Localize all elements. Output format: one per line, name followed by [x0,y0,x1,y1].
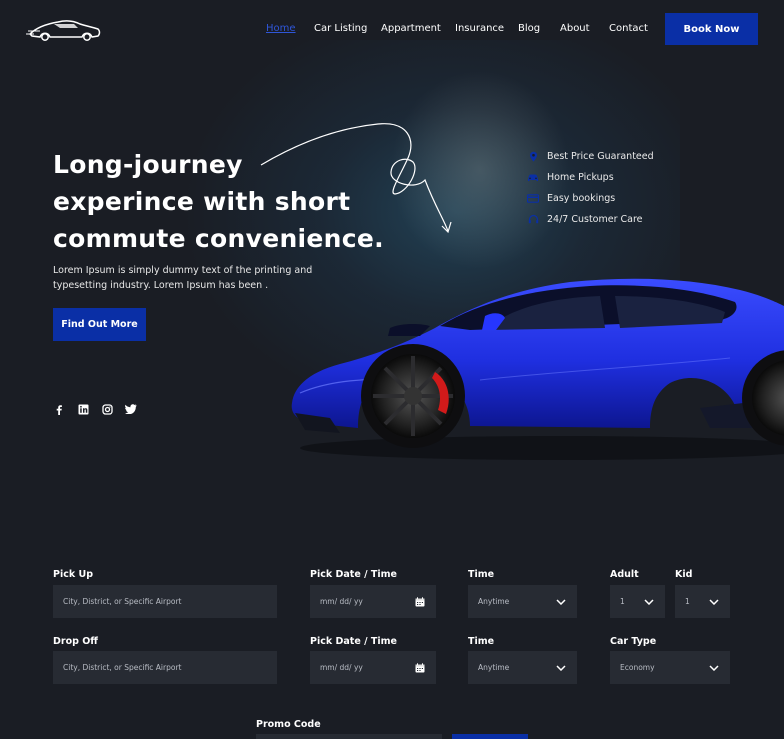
dropoff-label: Drop Off [53,636,98,647]
dropoff-date-input[interactable]: mm/ dd/ yy [310,651,436,684]
pickup-time-select[interactable]: Anytime [468,585,577,618]
dropoff-time-label: Time [468,636,495,647]
adult-label: Adult [610,569,639,580]
adult-value: 1 [620,597,625,606]
calendar-icon[interactable] [414,596,426,608]
headset-icon [527,214,539,226]
instagram-icon[interactable] [101,403,113,415]
nav-item-insurance[interactable]: Insurance [455,23,504,34]
facebook-icon[interactable] [53,403,65,415]
nav-item-about[interactable]: About [560,23,590,34]
twitter-icon[interactable] [125,403,137,415]
adult-select[interactable]: 1 [610,585,665,618]
pickup-location-input[interactable]: City, District, or Specific Airport [53,585,277,618]
chevron-down-icon [643,596,655,608]
feature-label: Best Price Guaranteed [547,151,654,162]
linkedin-icon[interactable] [77,403,89,415]
hero-title-line-1: Long-journey [53,150,243,179]
kid-value: 1 [685,597,690,606]
feature-item: 24/7 Customer Care [527,209,654,230]
promo-code-input[interactable] [256,734,442,739]
features-list: Best Price Guaranteed Home Pickups Easy … [527,146,654,230]
pickup-date-placeholder: mm/ dd/ yy [320,597,363,606]
car-icon [527,172,539,184]
pickup-date-input[interactable]: mm/ dd/ yy [310,585,436,618]
social-links [53,403,137,415]
search-button[interactable] [452,734,528,739]
kid-label: Kid [675,569,693,580]
brand-logo[interactable] [26,14,102,44]
calendar-icon[interactable] [414,662,426,674]
pickup-time-label: Time [468,569,495,580]
kid-select[interactable]: 1 [675,585,730,618]
feature-label: Easy bookings [547,193,616,204]
dropoff-location-placeholder: City, District, or Specific Airport [63,663,182,672]
dropoff-time-select[interactable]: Anytime [468,651,577,684]
chevron-down-icon [555,596,567,608]
dropoff-date-label: Pick Date / Time [310,636,397,647]
nav-item-blog[interactable]: Blog [518,23,540,34]
find-out-more-button[interactable]: Find Out More [53,308,146,341]
promo-code-label: Promo Code [256,719,321,730]
location-pin-icon [527,151,539,163]
feature-item: Easy bookings [527,188,654,209]
pickup-label: Pick Up [53,569,93,580]
card-icon [527,193,539,205]
car-type-label: Car Type [610,636,657,647]
pickup-time-value: Anytime [478,597,510,606]
chevron-down-icon [555,662,567,674]
dropoff-time-value: Anytime [478,663,510,672]
nav-item-contact[interactable]: Contact [609,23,648,34]
pickup-location-placeholder: City, District, or Specific Airport [63,597,182,606]
feature-label: 24/7 Customer Care [547,214,643,225]
nav-item-appartment[interactable]: Appartment [381,23,441,34]
dropoff-date-placeholder: mm/ dd/ yy [320,663,363,672]
decorative-arrow [260,123,452,234]
chevron-down-icon [708,662,720,674]
book-now-button[interactable]: Book Now [665,13,758,45]
feature-item: Home Pickups [527,167,654,188]
nav-item-home[interactable]: Home [266,23,296,34]
nav-item-car-listing[interactable]: Car Listing [314,23,367,34]
car-type-value: Economy [620,663,655,672]
chevron-down-icon [708,596,720,608]
feature-label: Home Pickups [547,172,614,183]
feature-item: Best Price Guaranteed [527,146,654,167]
car-type-select[interactable]: Economy [610,651,730,684]
sports-car-image [291,278,784,460]
pickup-date-label: Pick Date / Time [310,569,397,580]
dropoff-location-input[interactable]: City, District, or Specific Airport [53,651,277,684]
